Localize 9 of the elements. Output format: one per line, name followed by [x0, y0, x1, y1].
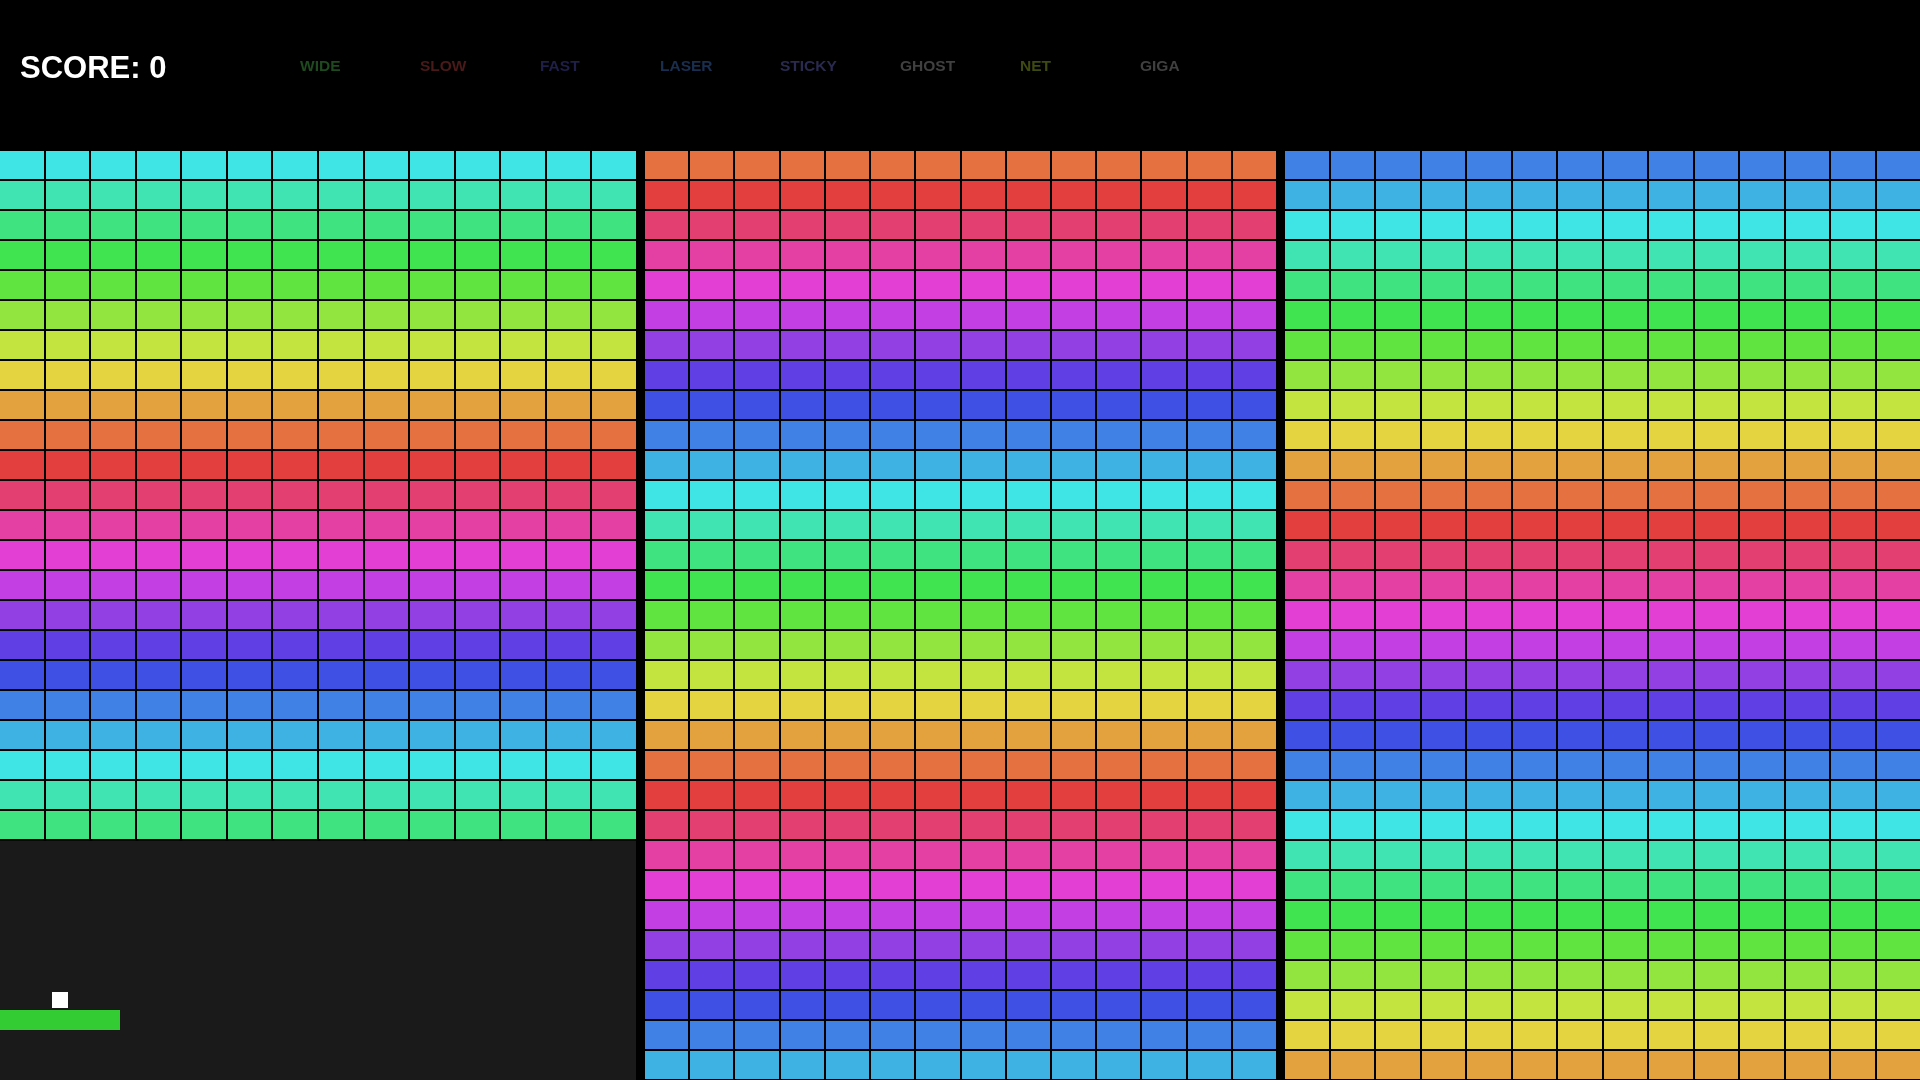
powerup-label: NET: [1020, 56, 1051, 74]
powerup-label: STICKY: [780, 56, 837, 74]
powerup-label: FAST: [540, 56, 580, 74]
powerup-label: GHOST: [900, 56, 956, 74]
powerup-label: GIGA: [1140, 56, 1180, 74]
powerup-label: LASER: [660, 56, 713, 74]
score-label: SCORE: 0: [20, 49, 168, 88]
powerup-label: WIDE: [300, 56, 341, 74]
powerup-label: SLOW: [420, 56, 467, 74]
